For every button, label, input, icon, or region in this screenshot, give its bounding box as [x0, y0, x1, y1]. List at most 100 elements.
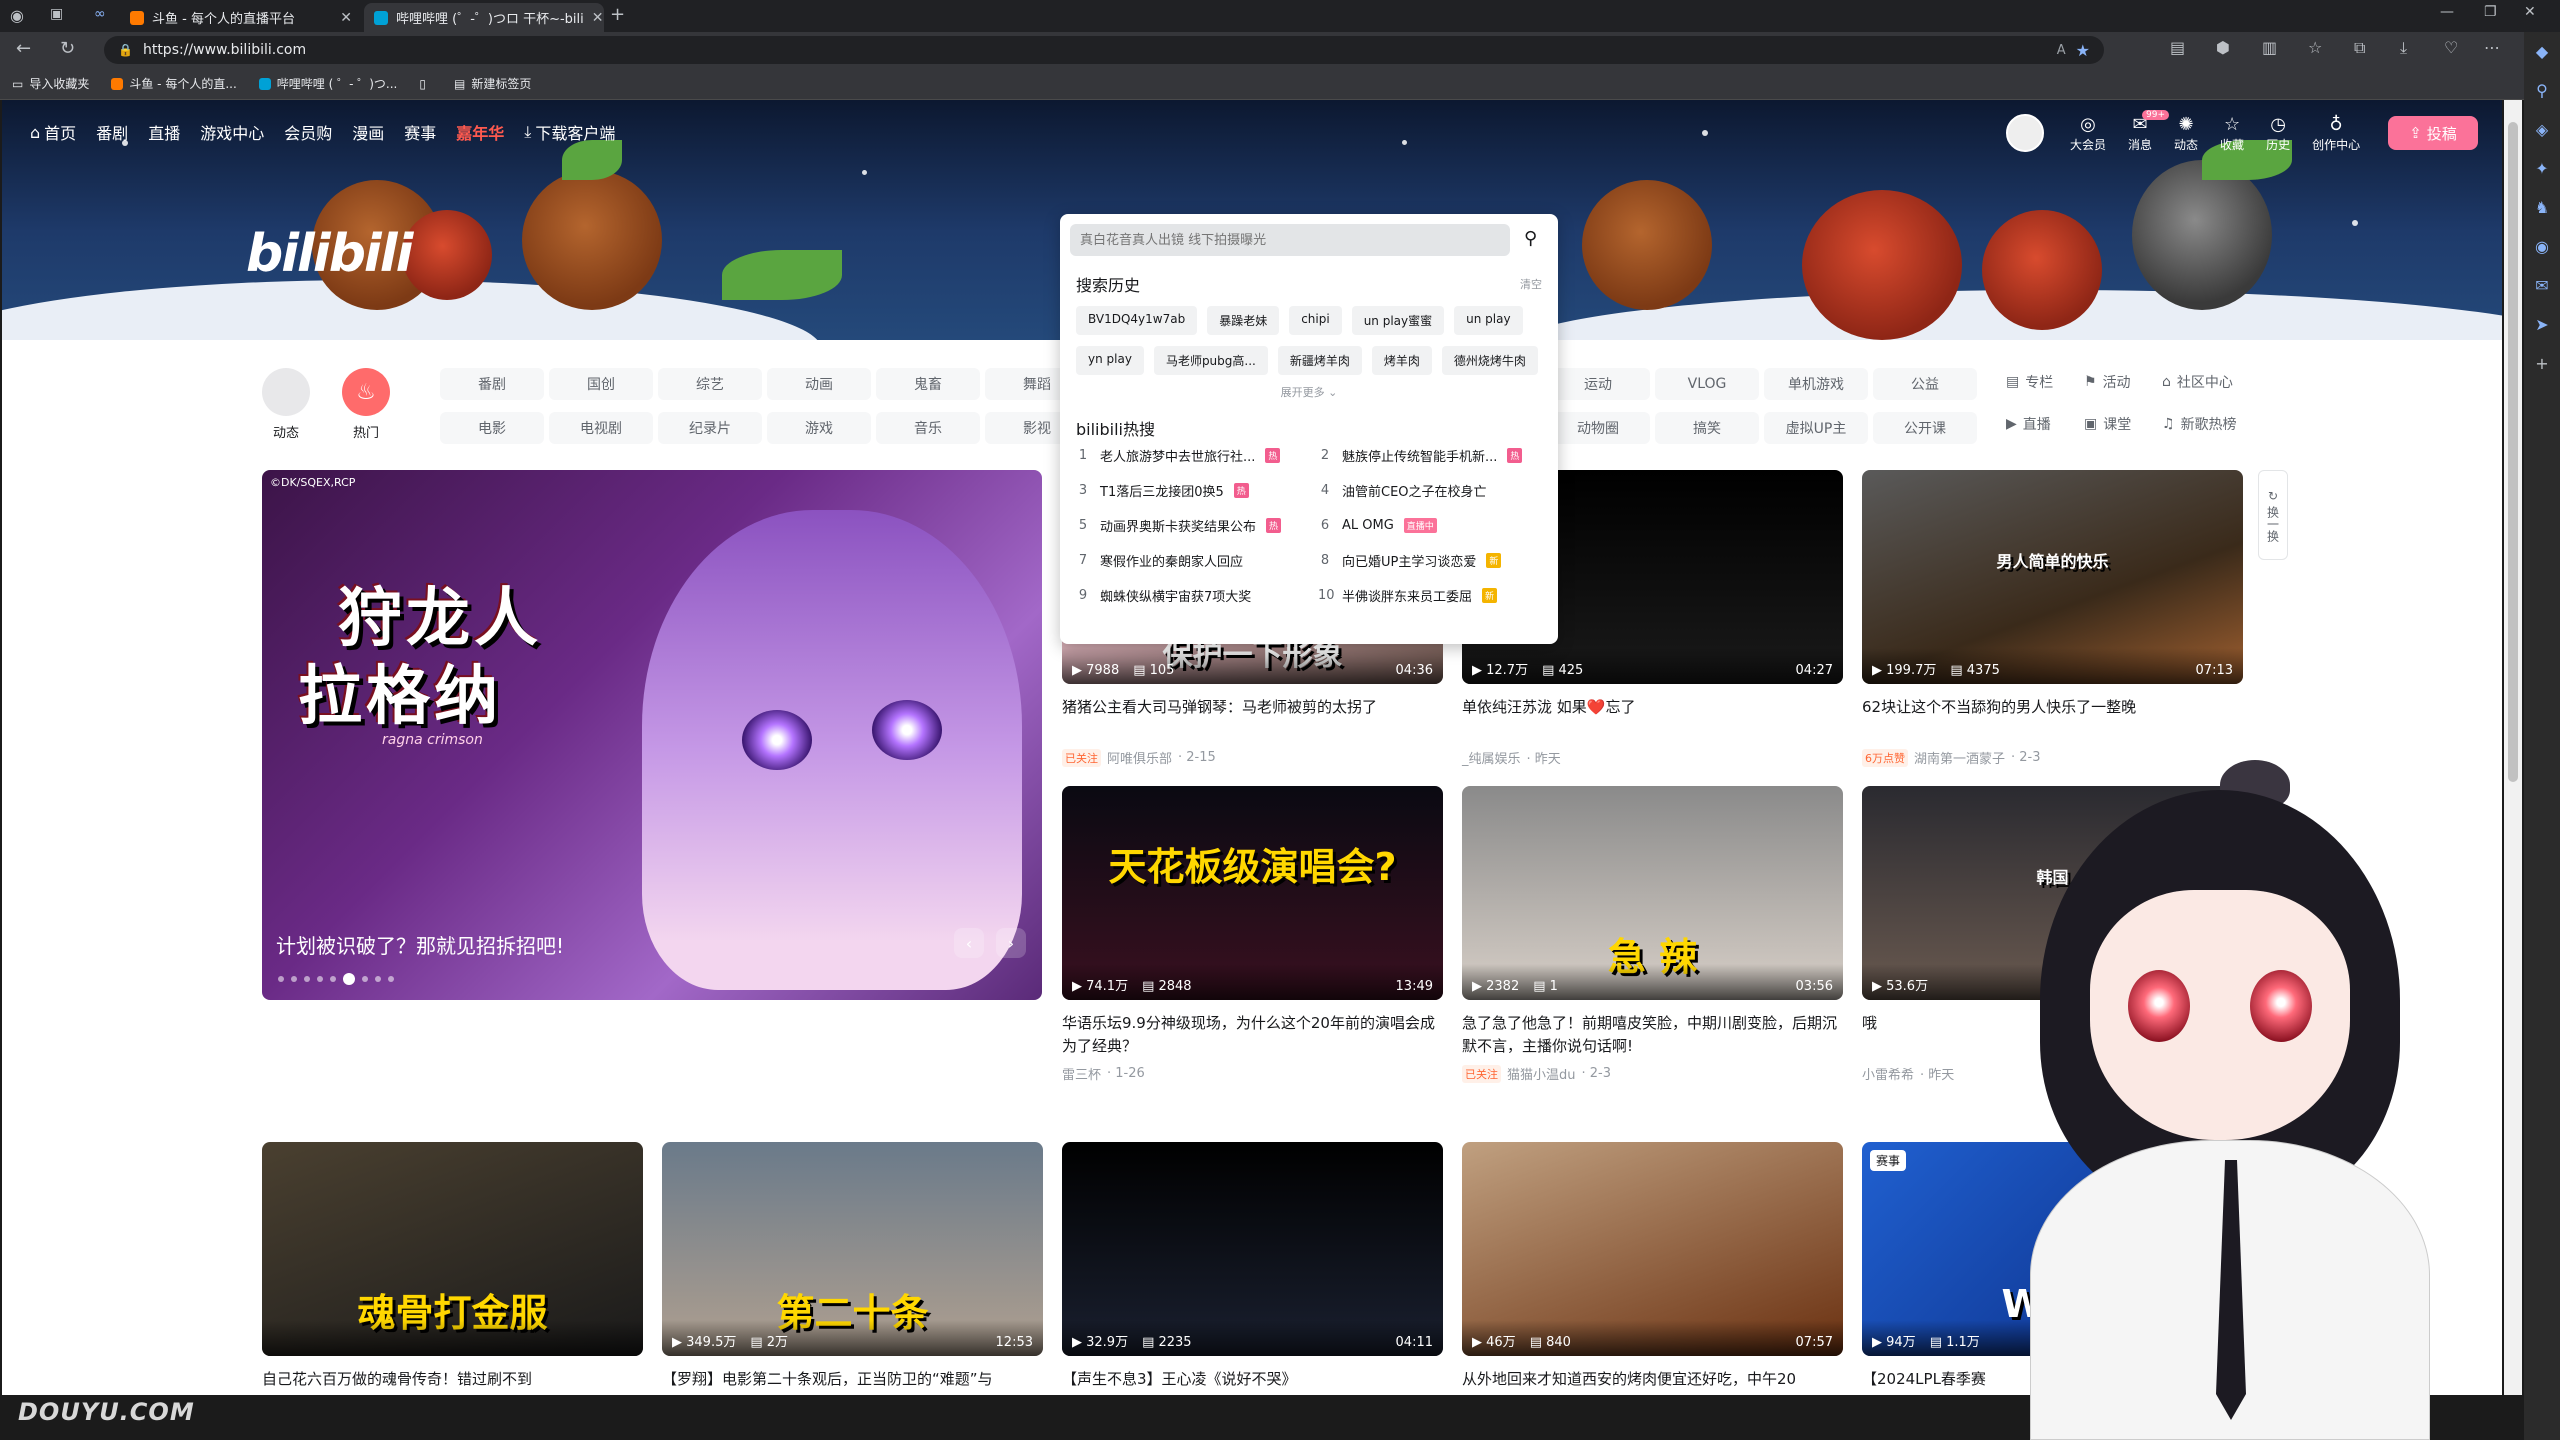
upload-button[interactable]: ⇪ 投稿 — [2388, 116, 2478, 150]
channel-dynamic[interactable]: 动态 — [256, 422, 316, 441]
fav-newtab[interactable]: ▤ 新建标签页 — [454, 75, 531, 92]
channel-link[interactable]: ▶ 直播 — [2006, 414, 2084, 434]
channel-pill[interactable]: 纪录片 — [658, 412, 762, 444]
profile-icon[interactable]: ◉ — [10, 6, 24, 25]
fav-bilibili[interactable]: 哔哩哔哩 ( ゜- ゜)つ... — [258, 75, 397, 92]
video-title[interactable]: 从外地回来才知道西安的烤肉便宜还好吃，中午20 — [1462, 1368, 1843, 1395]
video-thumbnail[interactable]: 天花板级演唱会? ▶ 74.1万 ▤ 2848 13:49 — [1062, 786, 1443, 1000]
channel-link[interactable]: ▤ 专栏 — [2006, 372, 2084, 392]
video-thumbnail[interactable]: 男人简单的快乐 ▶ 199.7万 ▤ 4375 07:13 — [1862, 470, 2243, 684]
history-chip[interactable]: 德州烧烤牛肉 — [1441, 346, 1538, 375]
history-chip[interactable]: BV1DQ4y1w7ab — [1076, 306, 1198, 335]
video-thumbnail[interactable]: ▶ 46万 ▤ 840 07:57 — [1462, 1142, 1843, 1356]
channel-link[interactable]: ♫ 新歌热榜 — [2162, 414, 2262, 434]
carousel-dot[interactable] — [317, 976, 323, 982]
video-title[interactable]: 【罗翔】电影第二十条观后，正当防卫的“难题”与 — [662, 1368, 1043, 1395]
video-thumbnail[interactable]: 急 辣 ▶ 2382 ▤ 1 03:56 — [1462, 786, 1843, 1000]
channel-pill[interactable]: VLOG — [1655, 368, 1759, 400]
hot-search-item[interactable]: 7 寒假作业的秦朗家人回应 — [1076, 551, 1304, 570]
hot-search-item[interactable]: 2 魅族停止传统智能手机新... 热 — [1318, 446, 1546, 465]
video-author[interactable]: 雷三杯 — [1062, 1064, 1101, 1083]
video-card[interactable]: 男人简单的快乐 ▶ 199.7万 ▤ 4375 07:13 62块让这个不当舔狗的男人快… — [1862, 470, 2243, 767]
shopping-icon[interactable]: ◈ — [2536, 120, 2548, 139]
bilibili-logo[interactable]: bilibili — [246, 224, 413, 284]
video-card[interactable]: ▶ 32.9万 ▤ 2235 04:11 【声生不息3】王心凌《说好不哭》 — [1062, 1142, 1443, 1395]
favorite-star-icon[interactable]: ★ — [2076, 41, 2090, 60]
games-icon[interactable]: ♞ — [2535, 198, 2549, 217]
nav-game-center[interactable]: 游戏中心 — [200, 120, 264, 144]
extensions-icon[interactable]: ⬢ — [2216, 38, 2230, 57]
nav-home[interactable]: 首页 — [44, 120, 76, 144]
channel-link[interactable]: ⌂ 社区中心 — [2162, 372, 2262, 392]
video-thumbnail[interactable]: ▶ 32.9万 ▤ 2235 04:11 — [1062, 1142, 1443, 1356]
video-title[interactable]: 急了急了他急了！前期嘻皮笑脸，中期川剧变脸，后期沉默不言，主播你说句话啊! — [1462, 1012, 1843, 1058]
tab-actions-icon[interactable]: ▣ — [50, 6, 63, 22]
featured-carousel[interactable]: ©DK/SQEX,RCP 狩龙人 拉格纳 ragna crimson 计划被识破… — [262, 470, 1042, 1000]
favorites-icon[interactable]: ☆ — [2308, 38, 2322, 57]
nav-manga[interactable]: 漫画 — [352, 120, 384, 144]
video-title[interactable]: 华语乐坛9.9分神级现场，为什么这个20年前的演唱会成为了经典？ — [1062, 1012, 1443, 1058]
carousel-dot[interactable] — [330, 976, 336, 982]
expand-more-button[interactable]: 展开更多 ⌄ — [1060, 384, 1558, 400]
carousel-dot[interactable] — [388, 976, 394, 982]
video-card[interactable]: ▶ 46万 ▤ 840 07:57 从外地回来才知道西安的烤肉便宜还好吃，中午20 — [1462, 1142, 1843, 1395]
history-chip[interactable]: chipi — [1289, 306, 1342, 335]
carousel-dot[interactable] — [362, 976, 368, 982]
carousel-dot[interactable] — [291, 976, 297, 982]
channel-pill[interactable]: 国创 — [549, 368, 653, 400]
refresh-button[interactable]: ↻ 换一换 — [2258, 470, 2288, 560]
channel-pill[interactable]: 电影 — [440, 412, 544, 444]
carousel-dot[interactable] — [343, 973, 355, 985]
search-icon[interactable]: ⚲ — [1524, 228, 1537, 249]
browser-essentials-icon[interactable]: ♡ — [2444, 38, 2458, 57]
history-chip[interactable]: 暴躁老妹 — [1207, 306, 1280, 335]
close-window-icon[interactable]: ✕ — [2524, 4, 2536, 20]
page-scrollbar[interactable] — [2504, 100, 2522, 1395]
minimize-icon[interactable]: — — [2440, 4, 2454, 20]
nav-esports[interactable]: 赛事 — [404, 120, 436, 144]
channel-pill[interactable]: 虚拟UP主 — [1764, 412, 1868, 444]
tab-douyu[interactable]: 斗鱼 - 每个人的直播平台 ✕ — [120, 3, 362, 32]
download-icon[interactable]: ⤓ — [2400, 38, 2407, 58]
channel-hot[interactable]: 热门 — [336, 422, 396, 441]
video-thumbnail[interactable]: 魂骨打金服 — [262, 1142, 643, 1356]
dynamic-avatar-icon[interactable] — [262, 368, 310, 416]
nav-favorites[interactable]: ☆ 收藏 — [2220, 116, 2244, 153]
tab-bilibili[interactable]: 哔哩哔哩 (゜-゜)つロ 干杯~-bili ✕ — [364, 3, 604, 32]
history-chip[interactable]: 新疆烤羊肉 — [1277, 346, 1362, 375]
carousel-next-button[interactable]: › — [996, 928, 1026, 958]
nav-carnival[interactable]: 嘉年华 — [456, 120, 504, 144]
channel-pill[interactable]: 动画 — [767, 368, 871, 400]
video-title[interactable]: 单依纯汪苏泷 如果❤️忘了 — [1462, 696, 1843, 742]
more-icon[interactable]: ⋯ — [2484, 38, 2500, 57]
hot-search-item[interactable]: 5 动画界奥斯卡获奖结果公布热 — [1076, 516, 1304, 535]
fav-page[interactable]: ▯ — [419, 77, 432, 91]
video-title[interactable]: 【声生不息3】王心凌《说好不哭》 — [1062, 1368, 1443, 1395]
video-author[interactable]: 阿唯俱乐部 — [1107, 748, 1172, 767]
nav-mall[interactable]: 会员购 — [284, 120, 332, 144]
history-chip[interactable]: un play蜜蜜 — [1351, 306, 1445, 335]
video-author[interactable]: 猫猫小温du — [1507, 1064, 1576, 1083]
send-icon[interactable]: ➤ — [2535, 315, 2548, 334]
nav-download-client[interactable]: 下载客户端 — [535, 120, 615, 144]
hot-search-item[interactable]: 8 向已婚UP主学习谈恋爱新 — [1318, 551, 1546, 570]
channel-pill[interactable]: 单机游戏 — [1764, 368, 1868, 400]
nav-live[interactable]: 直播 — [148, 120, 180, 144]
plus-icon[interactable]: + — [610, 4, 625, 25]
video-card[interactable]: 急 辣 ▶ 2382 ▤ 1 03:56 急了急了他急了！前期嘻皮笑脸，中期川剧变脸，后… — [1462, 786, 1843, 1083]
nav-creator[interactable]: ♁ 创作中心 — [2312, 116, 2360, 153]
channel-link[interactable]: ⚑ 活动 — [2084, 372, 2162, 392]
nav-vip[interactable]: ◎ 大会员 — [2070, 116, 2106, 153]
copilot-icon[interactable]: ◆ — [2536, 42, 2548, 61]
channel-pill[interactable]: 搞笑 — [1655, 412, 1759, 444]
office-icon[interactable]: ◉ — [2535, 237, 2549, 256]
nav-bangumi[interactable]: 番剧 — [96, 120, 128, 144]
video-title[interactable]: 自己花六百万做的魂骨传奇！错过刷不到 — [262, 1368, 643, 1395]
collections-icon[interactable]: ⧉ — [2354, 38, 2365, 58]
read-aloud-icon[interactable]: A — [2057, 43, 2066, 58]
carousel-dot[interactable] — [375, 976, 381, 982]
carousel-caption[interactable]: 计划被识破了？那就见招拆招吧! — [276, 930, 564, 959]
hot-search-item[interactable]: 9 蜘蛛侠纵横宇宙获7项大奖 — [1076, 586, 1304, 605]
maximize-icon[interactable]: ❐ — [2484, 4, 2497, 20]
video-author[interactable]: 小雷希希 — [1862, 1064, 1914, 1083]
